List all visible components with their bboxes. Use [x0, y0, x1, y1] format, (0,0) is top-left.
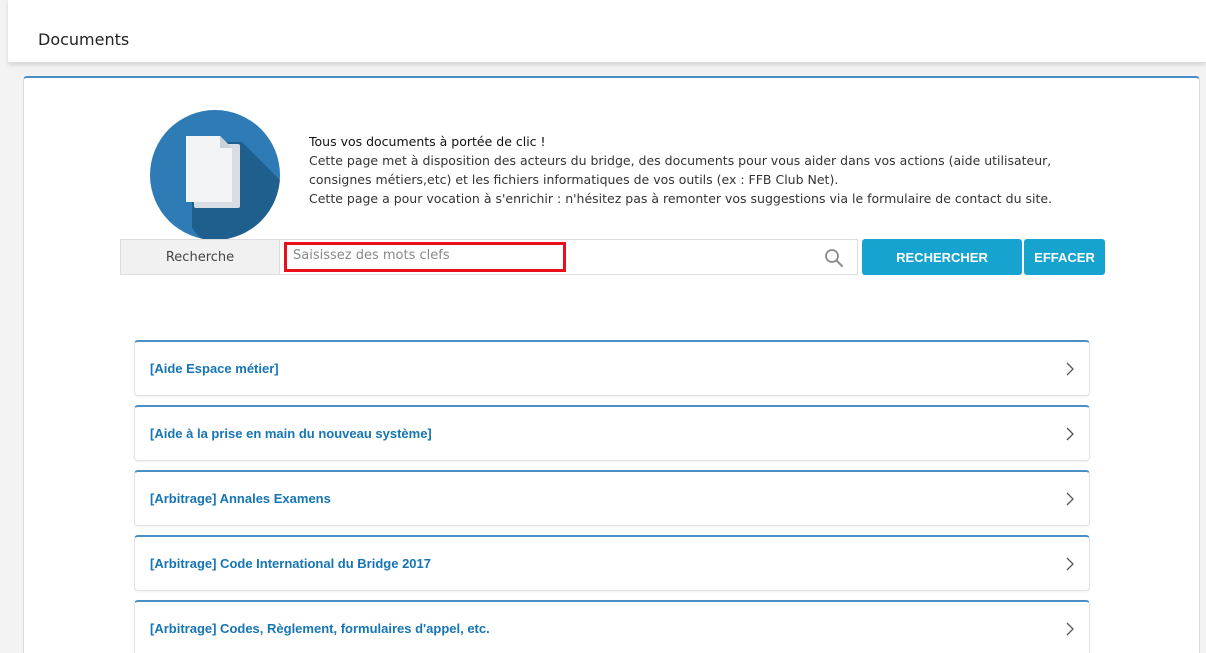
- category-item[interactable]: [Arbitrage] Code International du Bridge…: [134, 535, 1090, 591]
- top-bar: Documents: [8, 0, 1206, 63]
- page: Documents Tous vos documents à portée de…: [0, 0, 1206, 653]
- search-icon[interactable]: [824, 248, 844, 268]
- intro-line-2: consignes métiers,etc) et les fichiers i…: [309, 172, 839, 187]
- category-item[interactable]: [Aide à la prise en main du nouveau syst…: [134, 405, 1090, 461]
- intro-line-1: Cette page met à disposition des acteurs…: [309, 153, 1052, 168]
- chevron-right-icon: [1066, 427, 1074, 441]
- chevron-right-icon: [1066, 362, 1074, 376]
- category-item[interactable]: [Arbitrage] Codes, Règlement, formulaire…: [134, 600, 1090, 653]
- category-label: [Aide à la prise en main du nouveau syst…: [150, 426, 432, 441]
- documents-icon: [150, 110, 280, 240]
- chevron-right-icon: [1066, 492, 1074, 506]
- search-label: Recherche: [120, 239, 280, 275]
- clear-button[interactable]: EFFACER: [1024, 239, 1105, 275]
- documents-panel: Tous vos documents à portée de clic ! Ce…: [23, 76, 1200, 653]
- category-label: [Arbitrage] Code International du Bridge…: [150, 556, 431, 571]
- search-bar: Recherche RECHERCHER EFFACER: [120, 239, 1105, 275]
- category-list: [Aide Espace métier] [Aide à la prise en…: [134, 340, 1090, 653]
- chevron-right-icon: [1066, 622, 1074, 636]
- search-field-wrapper: [280, 239, 858, 275]
- intro-line-3: Cette page a pour vocation à s'enrichir …: [309, 191, 1053, 206]
- intro-title: Tous vos documents à portée de clic !: [309, 134, 546, 149]
- category-label: [Aide Espace métier]: [150, 361, 279, 376]
- page-title: Documents: [38, 30, 130, 49]
- category-label: [Arbitrage] Codes, Règlement, formulaire…: [150, 621, 490, 636]
- category-label: [Arbitrage] Annales Examens: [150, 491, 331, 506]
- intro-text: Tous vos documents à portée de clic ! Ce…: [309, 132, 1089, 208]
- category-item[interactable]: [Arbitrage] Annales Examens: [134, 470, 1090, 526]
- search-input[interactable]: [284, 242, 566, 272]
- category-item[interactable]: [Aide Espace métier]: [134, 340, 1090, 396]
- search-button[interactable]: RECHERCHER: [862, 239, 1022, 275]
- chevron-right-icon: [1066, 557, 1074, 571]
